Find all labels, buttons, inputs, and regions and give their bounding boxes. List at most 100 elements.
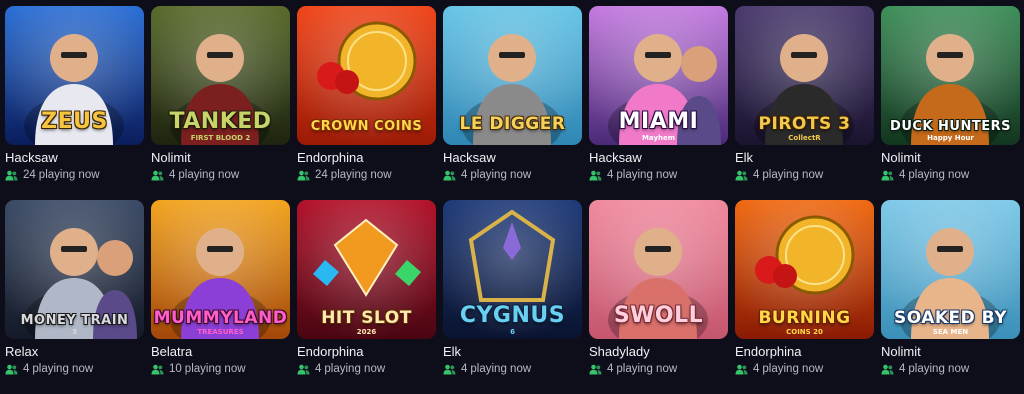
game-subtitle: Mayhem	[641, 134, 676, 142]
game-title: ZEUS	[41, 109, 108, 134]
users-icon	[881, 364, 894, 375]
game-card-10[interactable]: CYGNUS 6 Elk 4 playing now	[443, 200, 582, 394]
game-provider[interactable]: Elk	[443, 344, 582, 359]
players-number: 4	[607, 169, 614, 181]
game-card-3[interactable]: LE DIGGER Hacksaw 4 playing now	[443, 6, 582, 200]
game-title: HIT SLOT	[321, 308, 412, 328]
players-number: 4	[461, 363, 468, 375]
game-card-11[interactable]: SWOLL Shadylady 4 playing now	[589, 200, 728, 394]
game-thumbnail[interactable]: CROWN COINS	[297, 6, 436, 145]
game-title: MIAMI	[618, 109, 699, 134]
game-card-4[interactable]: MIAMI Mayhem Hacksaw 4 playing now	[589, 6, 728, 200]
game-subtitle: CollectR	[788, 134, 821, 142]
players-label: playing now	[470, 169, 532, 181]
game-card-12[interactable]: BURNING COINS 20 Endorphina 4 playing no…	[735, 200, 874, 394]
game-thumbnail[interactable]: SOAKED BY SEA MEN	[881, 200, 1020, 339]
players-number: 4	[607, 363, 614, 375]
game-provider[interactable]: Belatra	[151, 344, 290, 359]
players-number: 4	[753, 363, 760, 375]
players-count-row: 4 playing now	[5, 362, 144, 376]
players-number: 24	[23, 169, 36, 181]
game-thumbnail[interactable]: PIROTS 3 CollectR	[735, 6, 874, 145]
players-label: playing now	[908, 169, 970, 181]
game-thumbnail[interactable]: MIAMI Mayhem	[589, 6, 728, 145]
game-thumbnail[interactable]: SWOLL	[589, 200, 728, 339]
game-provider[interactable]: Hacksaw	[443, 150, 582, 165]
game-thumbnail[interactable]: CYGNUS 6	[443, 200, 582, 339]
game-provider[interactable]: Hacksaw	[589, 150, 728, 165]
game-provider[interactable]: Endorphina	[297, 150, 436, 165]
game-provider[interactable]: Nolimit	[881, 344, 1020, 359]
users-icon	[735, 170, 748, 181]
players-label: playing now	[616, 169, 678, 181]
game-card-8[interactable]: MUMMYLAND TREASURES Belatra 10 playing n…	[151, 200, 290, 394]
game-provider[interactable]: Endorphina	[297, 344, 436, 359]
players-count-row: 4 playing now	[735, 362, 874, 376]
players-number: 4	[899, 169, 906, 181]
game-provider[interactable]: Nolimit	[151, 150, 290, 165]
game-thumbnail[interactable]: HIT SLOT 2026	[297, 200, 436, 339]
players-number: 4	[23, 363, 30, 375]
game-card-6[interactable]: DUCK HUNTERS Happy Hour Nolimit 4 playin…	[881, 6, 1020, 200]
players-count-row: 4 playing now	[297, 362, 436, 376]
players-number: 4	[899, 363, 906, 375]
players-number: 4	[461, 169, 468, 181]
game-thumbnail[interactable]: TANKED FIRST BLOOD 2	[151, 6, 290, 145]
game-provider[interactable]: Elk	[735, 150, 874, 165]
users-icon	[589, 170, 602, 181]
game-subtitle: TREASURES	[197, 328, 244, 336]
players-label: playing now	[616, 363, 678, 375]
players-label: playing now	[762, 169, 824, 181]
users-icon	[735, 364, 748, 375]
players-count-row: 4 playing now	[881, 362, 1020, 376]
game-subtitle: FIRST BLOOD 2	[190, 134, 251, 142]
players-number: 4	[169, 169, 176, 181]
game-title: MONEY TRAIN	[20, 313, 129, 328]
players-count-row: 4 playing now	[735, 168, 874, 182]
players-label: playing now	[762, 363, 824, 375]
players-label: playing now	[324, 363, 386, 375]
players-number: 4	[753, 169, 760, 181]
players-label: playing now	[178, 169, 240, 181]
players-count-row: 4 playing now	[881, 168, 1020, 182]
users-icon	[5, 364, 18, 375]
game-subtitle: 6	[510, 328, 515, 336]
game-provider[interactable]: Shadylady	[589, 344, 728, 359]
players-label: playing now	[32, 363, 94, 375]
game-card-13[interactable]: SOAKED BY SEA MEN Nolimit 4 playing now	[881, 200, 1020, 394]
users-icon	[443, 364, 456, 375]
game-title: CROWN COINS	[310, 119, 423, 134]
game-card-9[interactable]: HIT SLOT 2026 Endorphina 4 playing now	[297, 200, 436, 394]
game-subtitle: Happy Hour	[927, 134, 974, 142]
game-card-2[interactable]: CROWN COINS Endorphina 24 playing now	[297, 6, 436, 200]
players-label: playing now	[38, 169, 100, 181]
game-title: BURNING	[758, 308, 851, 328]
players-count-row: 4 playing now	[589, 362, 728, 376]
game-provider[interactable]: Hacksaw	[5, 150, 144, 165]
game-title: CYGNUS	[459, 303, 566, 328]
game-thumbnail[interactable]: BURNING COINS 20	[735, 200, 874, 339]
game-subtitle: COINS 20	[786, 328, 823, 336]
game-card-7[interactable]: MONEY TRAIN 3 Relax 4 playing now	[5, 200, 144, 394]
game-thumbnail[interactable]: ZEUS	[5, 6, 144, 145]
game-provider[interactable]: Endorphina	[735, 344, 874, 359]
players-number: 10	[169, 363, 182, 375]
game-thumbnail[interactable]: DUCK HUNTERS Happy Hour	[881, 6, 1020, 145]
game-thumbnail[interactable]: MUMMYLAND TREASURES	[151, 200, 290, 339]
game-card-0[interactable]: ZEUS Hacksaw 24 playing now	[5, 6, 144, 200]
players-label: playing now	[330, 169, 392, 181]
players-count-row: 4 playing now	[443, 362, 582, 376]
game-thumbnail[interactable]: LE DIGGER	[443, 6, 582, 145]
game-title: TANKED	[169, 109, 272, 134]
players-count-row: 4 playing now	[589, 168, 728, 182]
game-provider[interactable]: Nolimit	[881, 150, 1020, 165]
game-subtitle: SEA MEN	[932, 328, 969, 336]
players-count-row: 10 playing now	[151, 362, 290, 376]
players-label: playing now	[184, 363, 246, 375]
game-provider[interactable]: Relax	[5, 344, 144, 359]
game-thumbnail[interactable]: MONEY TRAIN 3	[5, 200, 144, 339]
users-icon	[881, 170, 894, 181]
game-card-1[interactable]: TANKED FIRST BLOOD 2 Nolimit 4 playing n…	[151, 6, 290, 200]
game-card-5[interactable]: PIROTS 3 CollectR Elk 4 playing now	[735, 6, 874, 200]
users-icon	[297, 170, 310, 181]
